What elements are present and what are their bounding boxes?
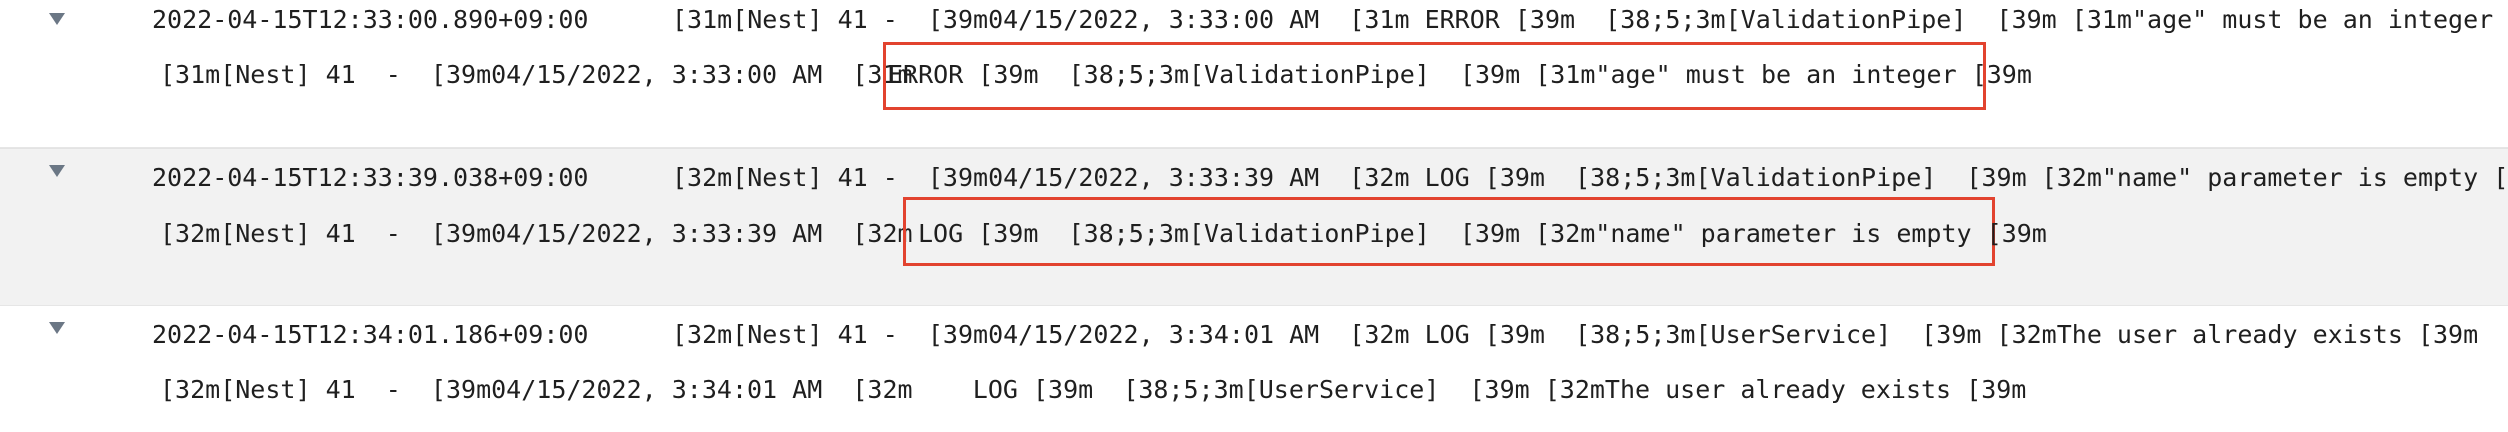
log-entry[interactable]: 2022-04-15T12:34:01.186+09:00 [32m[Nest]…: [0, 306, 2508, 432]
log-detail-prefix: [31m[Nest] 41 - [39m04/15/2022, 3:33:00 …: [160, 60, 913, 89]
log-detail-prefix: [32m[Nest] 41 - [39m04/15/2022, 3:33:39 …: [160, 219, 913, 248]
log-summary: [32m[Nest] 41 - [39m04/15/2022, 3:34:01 …: [672, 320, 2479, 349]
expand-triangle-icon[interactable]: [46, 160, 68, 182]
log-summary: [31m[Nest] 41 - [39m04/15/2022, 3:33:00 …: [672, 5, 2508, 34]
log-timestamp: 2022-04-15T12:34:01.186+09:00: [152, 320, 589, 349]
log-summary: [32m[Nest] 41 - [39m04/15/2022, 3:33:39 …: [672, 163, 2508, 192]
log-detail-highlighted: ERROR [39m [38;5;3m[ValidationPipe] [39m…: [888, 60, 2032, 89]
log-entry[interactable]: 2022-04-15T12:33:39.038+09:00 [32m[Nest]…: [0, 148, 2508, 306]
log-detail-highlighted: LOG [39m [38;5;3m[ValidationPipe] [39m […: [918, 219, 2047, 248]
expand-triangle-icon[interactable]: [46, 8, 68, 30]
expand-triangle-icon[interactable]: [46, 317, 68, 339]
log-timestamp: 2022-04-15T12:33:39.038+09:00: [152, 163, 589, 192]
log-detail: [32m[Nest] 41 - [39m04/15/2022, 3:34:01 …: [160, 375, 2027, 404]
log-entry[interactable]: 2022-04-15T12:33:00.890+09:00 [31m[Nest]…: [0, 0, 2508, 148]
log-timestamp: 2022-04-15T12:33:00.890+09:00: [152, 5, 589, 34]
